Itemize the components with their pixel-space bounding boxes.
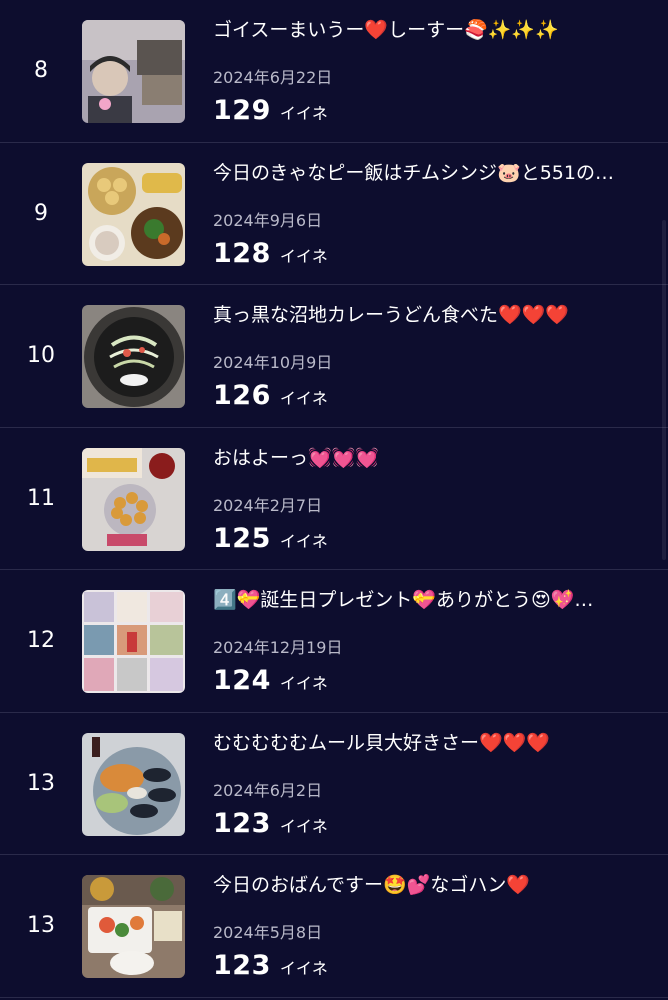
likes: 123 イイネ — [213, 808, 328, 839]
post-title[interactable]: 真っ黒な沼地カレーうどん食べた❤️❤️❤️ — [213, 302, 653, 328]
post-title[interactable]: 今日のおばんですー🤩💕なゴハン❤️ — [213, 872, 653, 898]
likes-count: 124 — [213, 665, 271, 696]
post-title[interactable]: むむむむむムール貝大好きさー❤️❤️❤️ — [213, 730, 653, 756]
post-title[interactable]: 4️⃣💝誕生日プレゼント💝ありがとう😍💖… — [213, 587, 653, 613]
photo-thumbnail-mussels-icon[interactable] — [82, 732, 185, 836]
likes-count: 129 — [213, 95, 271, 126]
likes-count: 128 — [213, 237, 271, 269]
photo-thumbnail-curry-udon-icon[interactable] — [82, 305, 185, 408]
post-date: 2024年10月9日 — [213, 353, 333, 372]
post-title[interactable]: 今日のきゃなピー飯はチムシンジ🐷と551の… — [213, 160, 653, 186]
post-date: 2024年2月7日 — [213, 495, 323, 515]
likes: 128 イイネ — [213, 238, 328, 269]
rank-number: 12 — [27, 628, 55, 654]
post-title[interactable]: ゴイスーまいうー❤️しーすー🍣✨✨✨ — [213, 17, 653, 43]
photo-thumbnail-person-icon[interactable] — [82, 20, 185, 123]
likes-count: 123 — [213, 807, 271, 839]
rank-number: 13 — [27, 770, 55, 796]
rank-number: 13 — [27, 913, 55, 939]
likes-label: イイネ — [279, 959, 328, 978]
ranking-list: 8 ゴイスーまいうー❤️しーすー🍣✨✨✨ 2024年6月22日 129 イイネ … — [0, 0, 668, 1000]
likes-count: 125 — [213, 522, 271, 554]
likes-label: イイネ — [279, 389, 328, 408]
rank-number: 9 — [34, 200, 48, 226]
likes-label: イイネ — [279, 674, 328, 693]
scrollbar[interactable] — [662, 220, 666, 560]
likes: 123 イイネ — [213, 950, 328, 981]
photo-thumbnail-donut-icon[interactable] — [82, 447, 185, 551]
rank-number: 11 — [27, 485, 55, 511]
list-item[interactable]: 11 おはよーっ💓💓💓 2024年2月7日 125 イイネ — [0, 428, 668, 570]
likes: 129 イイネ — [213, 95, 328, 126]
list-item[interactable]: 12 4️⃣💝誕生日プレゼント💝ありがとう😍💖… 2024年12月19日 124… — [0, 570, 668, 713]
list-item[interactable]: 9 今日のきゃなピー飯はチムシンジ🐷と551の… 2024年9月6日 128 イ… — [0, 143, 668, 285]
likes: 124 イイネ — [213, 665, 328, 696]
rank-number: 8 — [34, 58, 48, 84]
post-date: 2024年6月22日 — [213, 68, 333, 87]
post-date: 2024年5月8日 — [213, 923, 323, 942]
list-item[interactable]: 10 真っ黒な沼地カレーうどん食べた❤️❤️❤️ 2024年10月9日 126 … — [0, 285, 668, 428]
likes-count: 123 — [213, 950, 271, 981]
post-date: 2024年9月6日 — [213, 210, 323, 230]
list-item[interactable]: 13 今日のおばんですー🤩💕なゴハン❤️ 2024年5月8日 123 イイネ — [0, 855, 668, 998]
likes-label: イイネ — [279, 531, 328, 551]
post-date: 2024年6月2日 — [213, 780, 323, 800]
photo-thumbnail-dinner-icon[interactable] — [82, 875, 185, 978]
rank-number: 10 — [27, 343, 55, 369]
likes-label: イイネ — [279, 816, 328, 836]
list-item[interactable]: 13 むむむむむムール貝大好きさー❤️❤️❤️ 2024年6月2日 123 イイ… — [0, 713, 668, 855]
post-title[interactable]: おはよーっ💓💓💓 — [213, 445, 653, 471]
photo-thumbnail-gifts-icon[interactable] — [82, 590, 185, 693]
post-date: 2024年12月19日 — [213, 638, 343, 657]
likes-count: 126 — [213, 380, 271, 411]
list-item[interactable]: 8 ゴイスーまいうー❤️しーすー🍣✨✨✨ 2024年6月22日 129 イイネ — [0, 0, 668, 143]
likes: 125 イイネ — [213, 523, 328, 554]
likes-label: イイネ — [279, 104, 328, 123]
likes: 126 イイネ — [213, 380, 328, 411]
photo-thumbnail-dimsum-icon[interactable] — [82, 162, 185, 266]
likes-label: イイネ — [279, 246, 328, 266]
